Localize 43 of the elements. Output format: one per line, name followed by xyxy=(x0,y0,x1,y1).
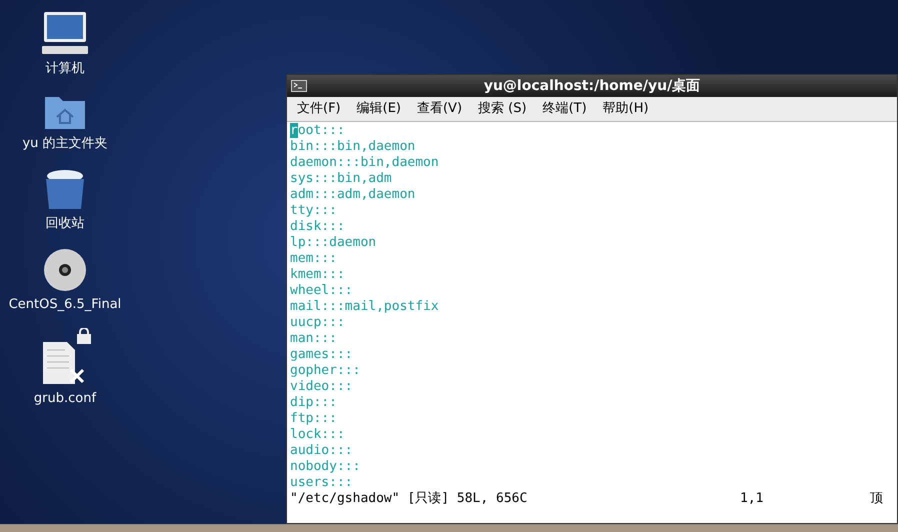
desktop-icon-label[interactable]: yu 的主文件夹 xyxy=(22,134,108,153)
terminal-line: kmem::: xyxy=(290,267,346,283)
text-cursor: r xyxy=(290,123,298,138)
cursor-position: 1,1 xyxy=(740,491,764,507)
menu-item[interactable]: 帮助(H) xyxy=(602,99,649,119)
menu-item[interactable]: 编辑(E) xyxy=(356,99,401,119)
window-title: yu@localhost:/home/yu/桌面 xyxy=(482,76,702,96)
terminal-line: nobody::: xyxy=(290,459,362,475)
desktop-icon-label[interactable]: CentOS_6.5_Final xyxy=(8,294,122,314)
scroll-position: 顶 xyxy=(870,491,883,507)
terminal-line: tty::: xyxy=(290,203,338,219)
status-file-info: "/etc/gshadow" [只读] 58L, 656C xyxy=(290,491,528,507)
menu-item[interactable]: 搜索 (S) xyxy=(478,99,527,119)
terminal-line: wheel::: xyxy=(290,283,354,299)
menu-item[interactable]: 文件(F) xyxy=(297,99,341,119)
terminal-line: daemon:::bin,daemon xyxy=(290,155,440,171)
terminal-line: root::: xyxy=(290,123,346,139)
desktop-icon-label[interactable]: grub.conf xyxy=(34,389,96,408)
desktop-icon-label[interactable]: 计算机 xyxy=(46,59,84,78)
terminal-line: lock::: xyxy=(290,427,346,443)
desktop-icon-label[interactable]: 回收站 xyxy=(46,214,84,234)
terminal-line: audio::: xyxy=(290,443,354,459)
terminal-line: man::: xyxy=(290,331,338,347)
terminal-line: gopher::: xyxy=(290,363,362,379)
trash-icon xyxy=(43,167,87,211)
menu-item[interactable]: 查看(V) xyxy=(416,99,462,119)
terminal-icon xyxy=(291,80,307,92)
menu-item[interactable]: 终端(T) xyxy=(542,99,587,119)
terminal-line: disk::: xyxy=(290,219,346,235)
terminal-line: lp:::daemon xyxy=(290,235,378,251)
terminal-line: video::: xyxy=(290,379,354,395)
terminal-line: mem::: xyxy=(290,251,338,267)
terminal-line: adm:::adm,daemon xyxy=(290,187,416,203)
terminal-line: ftp::: xyxy=(290,411,338,427)
terminal-line: mail:::mail,postfix xyxy=(290,299,440,315)
terminal-line: users::: xyxy=(290,475,354,491)
terminal-line: sys:::bin,adm xyxy=(290,171,393,187)
computer-icon xyxy=(40,10,90,56)
terminal-line: bin:::bin,daemon xyxy=(290,139,416,155)
dvd-icon xyxy=(43,248,87,292)
terminal-line: dip::: xyxy=(290,395,338,411)
terminal-line: games::: xyxy=(290,347,354,363)
terminal-line: uucp::: xyxy=(290,315,346,331)
